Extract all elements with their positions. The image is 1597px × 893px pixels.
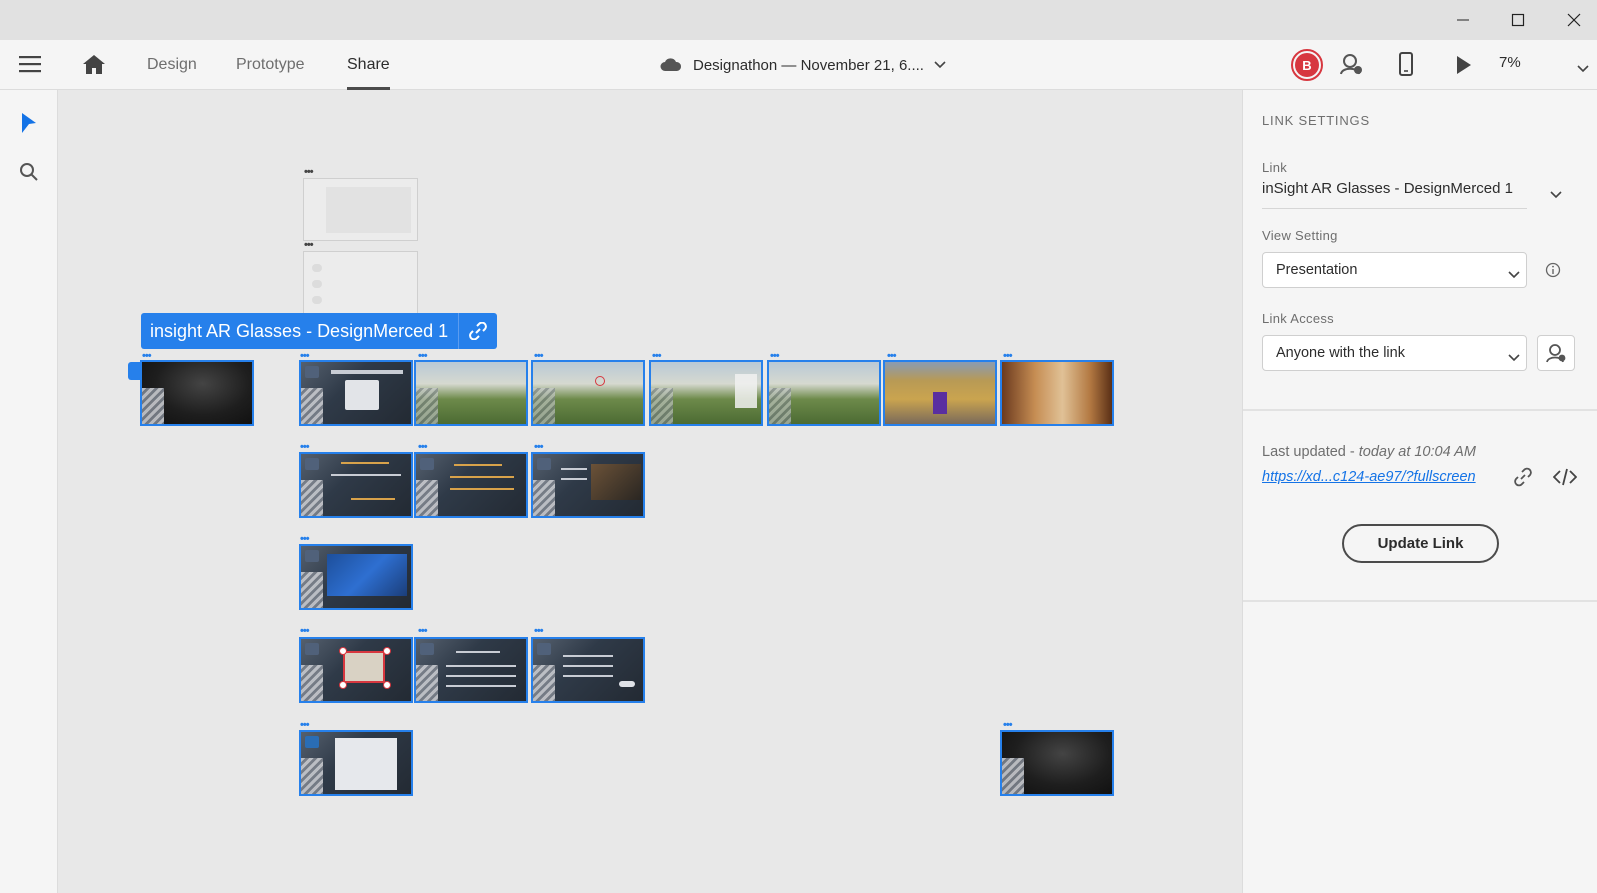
tab-design[interactable]: Design: [147, 40, 197, 90]
artboard-thumbnail[interactable]: [531, 452, 645, 518]
artboard-thumbnail[interactable]: [303, 251, 418, 314]
artboard-menu-icon[interactable]: •••: [418, 442, 428, 453]
artboard-menu-icon[interactable]: •••: [1003, 351, 1013, 362]
zoom-chevron-down-icon[interactable]: [1577, 60, 1589, 78]
close-icon[interactable]: [1546, 0, 1597, 40]
update-link-button[interactable]: Update Link: [1342, 524, 1499, 563]
artboard-thumbnail[interactable]: [414, 360, 528, 426]
cloud-icon: [660, 58, 682, 72]
artboard-menu-icon[interactable]: •••: [300, 442, 310, 453]
artboard-thumbnail[interactable]: [531, 360, 645, 426]
tool-sidebar: [0, 90, 58, 893]
artboard-menu-icon[interactable]: •••: [418, 351, 428, 362]
artboard-menu-icon[interactable]: •••: [652, 351, 662, 362]
copy-link-icon[interactable]: [1513, 467, 1533, 492]
chevron-down-icon: [1508, 350, 1520, 366]
artboard-menu-icon[interactable]: •••: [304, 240, 314, 251]
info-icon[interactable]: [1545, 262, 1561, 283]
linked-artboard-label: insight AR Glasses - DesignMerced 1: [150, 320, 449, 341]
link-access-value: Anyone with the link: [1276, 345, 1405, 361]
artboard-menu-icon[interactable]: •••: [770, 351, 780, 362]
window-title-bar: [0, 0, 1597, 40]
design-canvas[interactable]: ••• ••• insight AR Glasses - DesignMerce…: [58, 90, 1242, 893]
link-settings-panel: LINK SETTINGS Link inSight AR Glasses - …: [1242, 90, 1597, 893]
artboard-menu-icon[interactable]: •••: [304, 167, 314, 178]
panel-divider: [1243, 600, 1597, 602]
artboard-thumbnail[interactable]: [1000, 730, 1114, 796]
avatar-letter: B: [1295, 53, 1319, 77]
user-icon: [1546, 343, 1566, 363]
invite-people-button[interactable]: [1537, 335, 1575, 371]
search-icon[interactable]: [19, 162, 39, 187]
hamburger-menu-icon[interactable]: [19, 54, 41, 79]
link-value: inSight AR Glasses - DesignMerced 1: [1262, 180, 1513, 197]
artboard-thumbnail[interactable]: [414, 637, 528, 703]
artboard-menu-icon[interactable]: •••: [300, 626, 310, 637]
link-access-label: Link Access: [1262, 311, 1334, 326]
last-updated-time: today at 10:04 AM: [1358, 444, 1476, 460]
panel-heading: LINK SETTINGS: [1262, 113, 1370, 128]
artboard-thumbnail[interactable]: [531, 637, 645, 703]
minimize-icon[interactable]: [1435, 0, 1491, 40]
last-updated-prefix: Last updated -: [1262, 444, 1359, 460]
artboard-menu-icon[interactable]: •••: [534, 351, 544, 362]
artboard-thumbnail[interactable]: [299, 637, 413, 703]
link-access-select[interactable]: Anyone with the link: [1262, 335, 1527, 371]
artboard-thumbnail[interactable]: [140, 360, 254, 426]
tab-share[interactable]: Share: [347, 40, 390, 90]
chevron-down-icon: [1550, 186, 1562, 204]
zoom-level[interactable]: 7%: [1499, 40, 1521, 90]
artboard-thumbnail[interactable]: [414, 452, 528, 518]
artboard-thumbnail[interactable]: [299, 452, 413, 518]
artboard-thumbnail[interactable]: [1000, 360, 1114, 426]
artboard-menu-icon[interactable]: •••: [534, 626, 544, 637]
artboard-thumbnail[interactable]: [303, 178, 418, 241]
artboard-menu-icon[interactable]: •••: [887, 351, 897, 362]
link-icon[interactable]: [459, 322, 497, 340]
artboard-thumbnail[interactable]: [299, 730, 413, 796]
maximize-icon[interactable]: [1490, 0, 1546, 40]
share-url-link[interactable]: https://xd...c124-ae97/?fullscreen: [1262, 469, 1476, 485]
tab-prototype[interactable]: Prototype: [236, 40, 304, 90]
artboard-menu-icon[interactable]: •••: [300, 534, 310, 545]
avatar[interactable]: B: [1291, 49, 1323, 81]
view-setting-value: Presentation: [1276, 262, 1358, 278]
select-tool-icon[interactable]: [20, 112, 38, 139]
document-title: Designathon — November 21, 6....: [693, 56, 924, 74]
artboard-menu-icon[interactable]: •••: [142, 351, 152, 362]
chevron-down-icon: [934, 61, 946, 69]
artboard-thumbnail[interactable]: [299, 360, 413, 426]
invite-user-icon[interactable]: [1339, 52, 1363, 81]
last-updated-text: Last updated - today at 10:04 AM: [1262, 444, 1476, 460]
artboard-menu-icon[interactable]: •••: [300, 720, 310, 731]
artboard-menu-icon[interactable]: •••: [1003, 720, 1013, 731]
view-setting-select[interactable]: Presentation: [1262, 252, 1527, 288]
view-setting-label: View Setting: [1262, 228, 1338, 243]
app-toolbar: Design Prototype Share Designathon — Nov…: [0, 40, 1597, 90]
artboard-thumbnail[interactable]: [299, 544, 413, 610]
artboard-menu-icon[interactable]: •••: [534, 442, 544, 453]
document-title-dropdown[interactable]: Designathon — November 21, 6....: [660, 40, 946, 90]
panel-divider: [1243, 409, 1597, 411]
play-preview-icon[interactable]: [1455, 54, 1473, 81]
linked-artboard-badge[interactable]: insight AR Glasses - DesignMerced 1: [141, 313, 498, 349]
artboard-thumbnail[interactable]: [883, 360, 997, 426]
artboard-thumbnail[interactable]: [649, 360, 763, 426]
home-icon[interactable]: [82, 53, 106, 80]
artboard-thumbnail[interactable]: [767, 360, 881, 426]
mobile-preview-icon[interactable]: [1398, 52, 1414, 81]
artboard-menu-icon[interactable]: •••: [300, 351, 310, 362]
link-label: Link: [1262, 160, 1288, 175]
artboard-menu-icon[interactable]: •••: [418, 626, 428, 637]
embed-code-icon[interactable]: [1552, 468, 1578, 491]
chevron-down-icon: [1508, 267, 1520, 283]
link-dropdown[interactable]: inSight AR Glasses - DesignMerced 1: [1262, 180, 1582, 210]
